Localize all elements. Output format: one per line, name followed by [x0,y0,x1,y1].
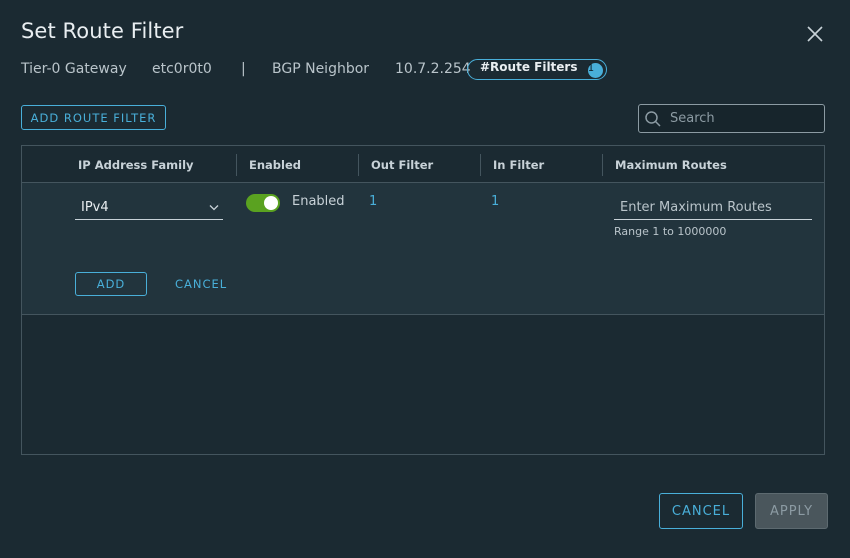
search-input[interactable] [670,111,810,126]
column-ip-address-family[interactable]: IP Address Family [78,146,194,183]
in-filter-link[interactable]: 1 [491,194,499,209]
cancel-button[interactable]: CANCEL [659,493,743,529]
close-icon [807,26,823,42]
ip-address-family-select[interactable]: IPv4 [75,196,223,220]
route-filter-grid: IP Address Family Enabled Out Filter In … [21,145,825,455]
column-maximum-routes[interactable]: Maximum Routes [615,146,727,183]
toggle-knob [264,196,278,210]
dialog-subheader: Tier-0 Gateway etc0r0t0 | BGP Neighbor 1… [21,58,607,80]
column-separator [358,154,359,176]
dialog-title: Set Route Filter [21,19,184,43]
gateway-label: Tier-0 Gateway [21,61,127,77]
route-filter-edit-row: IPv4 Enabled 1 1 Range 1 to 1000000 ADD … [22,183,824,315]
maximum-routes-hint: Range 1 to 1000000 [614,225,727,238]
enabled-toggle[interactable] [246,194,280,212]
column-separator [602,154,603,176]
add-button[interactable]: ADD [75,272,147,296]
column-enabled[interactable]: Enabled [249,146,301,183]
column-in-filter[interactable]: In Filter [493,146,544,183]
search-icon [645,110,661,127]
add-route-filter-button[interactable]: ADD ROUTE FILTER [21,105,166,130]
set-route-filter-dialog: Set Route Filter Tier-0 Gateway etc0r0t0… [0,0,850,558]
column-separator [236,154,237,176]
route-filters-badge-label: #Route Filters [480,59,578,74]
column-out-filter[interactable]: Out Filter [371,146,433,183]
neighbor-ip: 10.7.2.254 [395,61,471,77]
gateway-id: etc0r0t0 [152,61,212,77]
route-filters-count: 1 [587,62,603,78]
close-button[interactable] [803,22,827,46]
chevron-down-icon [209,205,219,211]
apply-button[interactable]: APPLY [755,493,828,529]
route-filters-badge: #Route Filters 1 [467,58,607,80]
neighbor-label: BGP Neighbor [272,61,370,77]
column-separator [480,154,481,176]
enabled-toggle-label: Enabled [292,194,345,209]
subheader-separator: | [241,61,246,77]
maximum-routes-input[interactable] [614,196,812,220]
grid-header: IP Address Family Enabled Out Filter In … [22,146,824,183]
ip-address-family-value: IPv4 [81,200,109,215]
row-cancel-button[interactable]: CANCEL [175,277,227,291]
out-filter-link[interactable]: 1 [369,194,377,209]
search-box[interactable] [638,104,825,133]
